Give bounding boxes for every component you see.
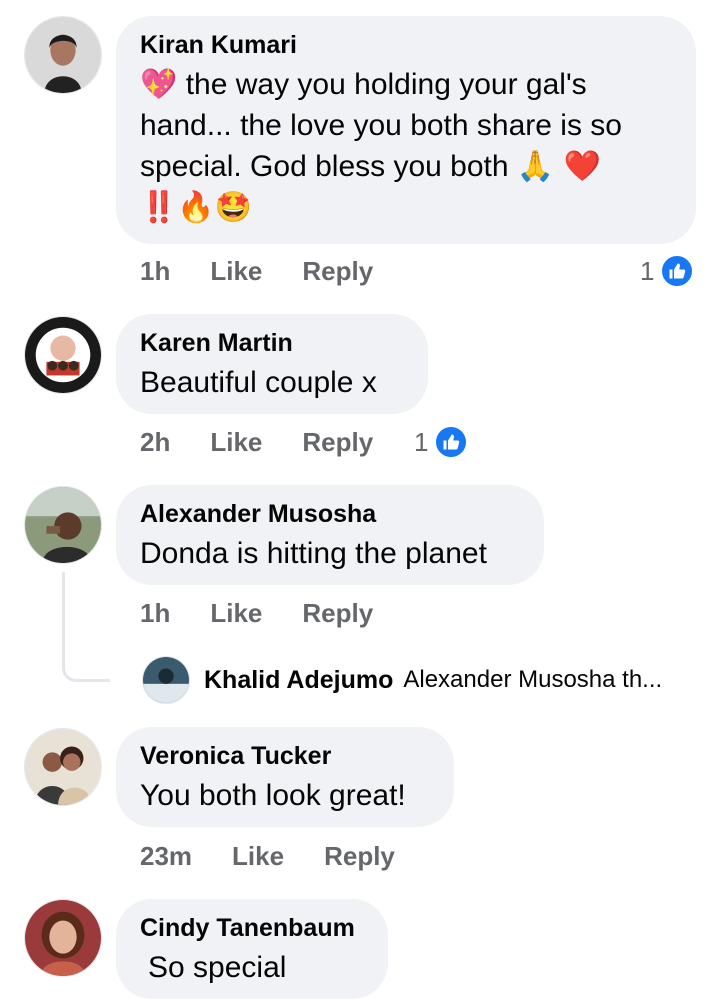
like-button[interactable]: Like bbox=[210, 256, 262, 287]
comment-bubble: Cindy Tanenbaum So special bbox=[116, 899, 388, 999]
timestamp[interactable]: 1h bbox=[140, 256, 170, 287]
reaction-count[interactable]: 1 bbox=[640, 254, 695, 288]
author-name[interactable]: Alexander Musosha bbox=[140, 499, 520, 529]
reaction-number: 1 bbox=[414, 426, 429, 457]
avatar[interactable] bbox=[24, 16, 102, 94]
comment-actions: 1h Like Reply bbox=[140, 256, 413, 287]
comment-bubble: Veronica Tucker You both look great! bbox=[116, 727, 454, 827]
reply-button[interactable]: Reply bbox=[302, 427, 373, 458]
avatar[interactable] bbox=[24, 316, 102, 394]
reply-avatar[interactable] bbox=[142, 656, 190, 704]
comment-text: So special bbox=[148, 951, 287, 984]
comment-line: the way you holding your gal's bbox=[185, 68, 587, 101]
like-button[interactable]: Like bbox=[232, 841, 284, 872]
comment-text: You both look great! bbox=[140, 779, 406, 812]
reply-button[interactable]: Reply bbox=[302, 256, 373, 287]
reply-preview[interactable]: Khalid Adejumo Alexander Musosha th... bbox=[142, 656, 662, 704]
reply-author-name[interactable]: Khalid Adejumo bbox=[204, 666, 393, 695]
like-thumb-icon bbox=[434, 425, 469, 459]
author-name[interactable]: Karen Martin bbox=[140, 328, 404, 358]
sparkling-heart-icon: 💖 bbox=[140, 67, 178, 102]
reply-button[interactable]: Reply bbox=[324, 841, 395, 872]
reaction-number: 1 bbox=[640, 255, 655, 286]
comment-bubble: Kiran Kumari 💖 the way you holding your … bbox=[116, 16, 696, 244]
avatar[interactable] bbox=[24, 899, 102, 977]
pray-heart-icon: 🙏 ❤️ bbox=[516, 149, 602, 184]
like-button[interactable]: Like bbox=[210, 427, 262, 458]
timestamp[interactable]: 1h bbox=[140, 598, 170, 629]
author-name[interactable]: Kiran Kumari bbox=[140, 30, 672, 60]
like-thumb-icon bbox=[660, 254, 695, 288]
like-button[interactable]: Like bbox=[210, 598, 262, 629]
comment-text: Donda is hitting the planet bbox=[140, 537, 487, 570]
comment-text: Beautiful couple x bbox=[140, 366, 377, 399]
reply-snippet: Alexander Musosha th... bbox=[403, 666, 663, 693]
reaction-count[interactable]: 1 bbox=[414, 425, 469, 459]
comment-actions: 1h Like Reply bbox=[140, 598, 413, 629]
avatar[interactable] bbox=[24, 486, 102, 564]
timestamp[interactable]: 2h bbox=[140, 427, 170, 458]
comment-bubble: Karen Martin Beautiful couple x bbox=[116, 314, 428, 414]
avatar[interactable] bbox=[24, 728, 102, 806]
comment-line: special. God bless you both bbox=[140, 150, 509, 183]
author-name[interactable]: Cindy Tanenbaum bbox=[140, 913, 364, 943]
comment-actions: 23m Like Reply bbox=[140, 841, 435, 872]
comment-line: hand... the love you both share is so bbox=[140, 109, 622, 142]
comment-text: 💖 the way you holding your gal's hand...… bbox=[140, 64, 672, 228]
comment-actions: 2h Like Reply bbox=[140, 427, 413, 458]
timestamp[interactable]: 23m bbox=[140, 841, 192, 872]
reply-button[interactable]: Reply bbox=[302, 598, 373, 629]
author-name[interactable]: Veronica Tucker bbox=[140, 741, 430, 771]
thread-connector bbox=[62, 572, 110, 682]
emoji-row: ‼️🔥🤩 bbox=[140, 190, 253, 225]
comment-bubble: Alexander Musosha Donda is hitting the p… bbox=[116, 485, 544, 585]
